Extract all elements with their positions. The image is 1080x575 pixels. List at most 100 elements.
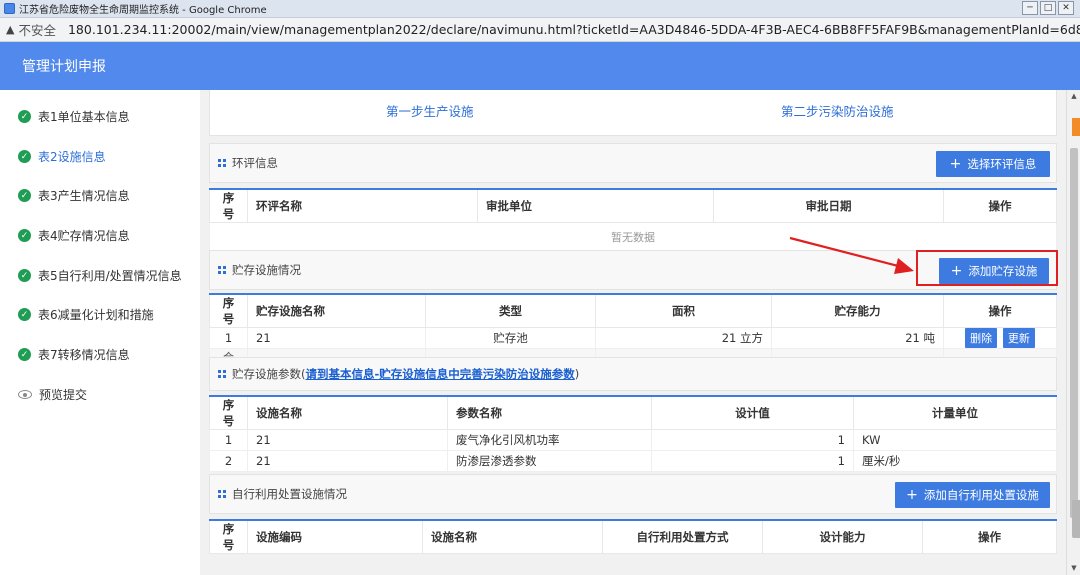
table-header-row: 序号 设施名称 参数名称 设计值 计量单位	[209, 395, 1057, 430]
sidebar-item-table4[interactable]: ✓ 表4贮存情况信息	[18, 227, 130, 244]
design-value: 1	[651, 450, 854, 472]
check-circle-icon: ✓	[18, 269, 31, 282]
sidebar-item-label: 表6减量化计划和措施	[38, 308, 154, 322]
minimize-button[interactable]: ─	[1022, 1, 1038, 15]
highlight-box	[916, 250, 1058, 286]
add-selfuse-button[interactable]: + 添加自行利用处置设施	[895, 482, 1050, 508]
row-number: 1	[209, 327, 248, 349]
url-text[interactable]: 180.101.234.11:20002/main/view/managemen…	[68, 22, 1080, 37]
check-circle-icon: ✓	[18, 348, 31, 361]
column-header: 贮存能力	[771, 293, 944, 328]
grid-icon	[218, 370, 226, 378]
table-row: 1 21 废气净化引风机功率 1 KW	[209, 429, 1057, 451]
column-header: 序号	[209, 395, 248, 430]
scroll-up-icon[interactable]: ▲	[1070, 92, 1078, 100]
facility-name: 21	[247, 450, 448, 472]
column-header: 计量单位	[853, 395, 1057, 430]
storage-section-title: 贮存设施情况	[232, 263, 301, 277]
eia-section-title: 环评信息	[232, 156, 278, 170]
facility-type: 贮存池	[425, 327, 596, 349]
red-arrow-icon	[789, 236, 914, 274]
grid-icon	[218, 159, 226, 167]
sidebar-item-preview[interactable]: 预览提交	[18, 386, 87, 403]
column-header: 设计能力	[762, 519, 923, 554]
maximize-button[interactable]: □	[1040, 1, 1056, 15]
window-title: 江苏省危险废物全生命周期监控系统 - Google Chrome	[19, 5, 267, 16]
eye-icon	[18, 390, 32, 399]
scroll-down-icon[interactable]: ▼	[1070, 564, 1078, 572]
delete-button[interactable]: 删除	[965, 328, 998, 348]
facility-capacity: 21 吨	[771, 327, 944, 349]
params-title-prefix: 贮存设施参数(	[232, 367, 306, 381]
unit: 厘米/秒	[853, 450, 1057, 472]
column-header: 面积	[595, 293, 772, 328]
close-button[interactable]: ✕	[1058, 1, 1074, 15]
design-value: 1	[651, 429, 854, 451]
facility-name: 21	[247, 429, 448, 451]
column-header: 审批单位	[477, 188, 714, 223]
unit: KW	[853, 429, 1057, 451]
empty-message: 暂无数据	[209, 222, 1057, 251]
plus-icon: +	[949, 156, 962, 172]
sidebar-item-label: 表7转移情况信息	[38, 348, 130, 362]
column-header: 设施编码	[247, 519, 423, 554]
param-name: 废气净化引风机功率	[447, 429, 652, 451]
row-actions: 删除 更新	[943, 327, 1057, 349]
main-content: 第一步生产设施 第二步污染防治设施 环评信息 + 选择环评信息 序号 环评名称 …	[200, 90, 1066, 575]
column-header: 操作	[943, 293, 1057, 328]
grid-icon	[218, 266, 226, 274]
address-bar[interactable]: ▲ 不安全 180.101.234.11:20002/main/view/man…	[0, 18, 1080, 42]
params-settings-link[interactable]: 请到基本信息-贮存设施信息中完善污染防治设施参数	[306, 366, 575, 382]
security-status[interactable]: 不安全	[18, 20, 56, 39]
sidebar-item-label: 预览提交	[39, 388, 88, 402]
side-widget-tab[interactable]	[1072, 118, 1080, 136]
check-circle-icon: ✓	[18, 229, 31, 242]
steps-card: 第一步生产设施 第二步污染防治设施	[209, 90, 1057, 136]
add-selfuse-button-label: 添加自行利用处置设施	[923, 488, 1039, 502]
sidebar-item-label: 表3产生情况信息	[38, 189, 130, 203]
scrollbar-thumb[interactable]	[1070, 148, 1078, 518]
plus-icon: +	[906, 487, 918, 503]
sidebar-item-table7[interactable]: ✓ 表7转移情况信息	[18, 346, 130, 363]
sidebar-item-label: 表2设施信息	[38, 150, 106, 164]
params-title-suffix: )	[574, 367, 580, 381]
app-shield-icon	[4, 3, 15, 14]
params-section-header: 贮存设施参数( 请到基本信息-贮存设施信息中完善污染防治设施参数 )	[209, 357, 1057, 391]
sidebar: ✓ 表1单位基本信息 ✓ 表2设施信息 ✓ 表3产生情况信息 ✓ 表4贮存情况信…	[0, 90, 200, 575]
row-number: 1	[209, 429, 248, 451]
table-header-row: 序号 设施编码 设施名称 自行利用处置方式 设计能力 操作	[209, 519, 1057, 554]
column-header: 审批日期	[713, 188, 944, 223]
sidebar-item-label: 表1单位基本信息	[38, 110, 130, 124]
column-header: 操作	[922, 519, 1057, 554]
side-handle[interactable]	[1072, 500, 1080, 538]
sidebar-item-table1[interactable]: ✓ 表1单位基本信息	[18, 108, 130, 125]
selfuse-table: 序号 设施编码 设施名称 自行利用处置方式 设计能力 操作	[209, 519, 1057, 554]
facility-name: 21	[247, 327, 426, 349]
sidebar-item-table2[interactable]: ✓ 表2设施信息	[18, 148, 106, 165]
params-table: 序号 设施名称 参数名称 设计值 计量单位 1 21 废气净化引风机功率 1 K…	[209, 395, 1057, 472]
sidebar-item-table5[interactable]: ✓ 表5自行利用/处置情况信息	[18, 267, 182, 284]
sidebar-item-table3[interactable]: ✓ 表3产生情况信息	[18, 187, 130, 204]
sidebar-item-table6[interactable]: ✓ 表6减量化计划和措施	[18, 306, 154, 323]
step-2-label[interactable]: 第二步污染防治设施	[781, 101, 894, 120]
sidebar-item-label: 表5自行利用/处置情况信息	[38, 269, 182, 283]
select-eia-button[interactable]: + 选择环评信息	[936, 151, 1050, 177]
eia-section-header: 环评信息	[209, 143, 1057, 183]
app-header: 管理计划申报	[0, 42, 1080, 90]
table-row: 1 21 贮存池 21 立方 21 吨 删除 更新	[209, 327, 1057, 349]
column-header: 参数名称	[447, 395, 652, 430]
select-eia-button-label: 选择环评信息	[967, 157, 1037, 171]
column-header: 自行利用处置方式	[602, 519, 763, 554]
step-1-label[interactable]: 第一步生产设施	[386, 101, 474, 120]
check-circle-icon: ✓	[18, 150, 31, 163]
facility-area: 21 立方	[595, 327, 772, 349]
table-row: 2 21 防渗层渗透参数 1 厘米/秒	[209, 450, 1057, 472]
column-header: 贮存设施名称	[247, 293, 426, 328]
column-header: 环评名称	[247, 188, 478, 223]
window-controls: ─ □ ✕	[1022, 1, 1074, 15]
eia-table: 序号 环评名称 审批单位 审批日期 操作 暂无数据	[209, 188, 1057, 251]
column-header: 设施名称	[247, 395, 448, 430]
table-header-row: 序号 环评名称 审批单位 审批日期 操作	[209, 188, 1057, 223]
sidebar-item-label: 表4贮存情况信息	[38, 229, 130, 243]
update-button[interactable]: 更新	[1002, 328, 1035, 348]
